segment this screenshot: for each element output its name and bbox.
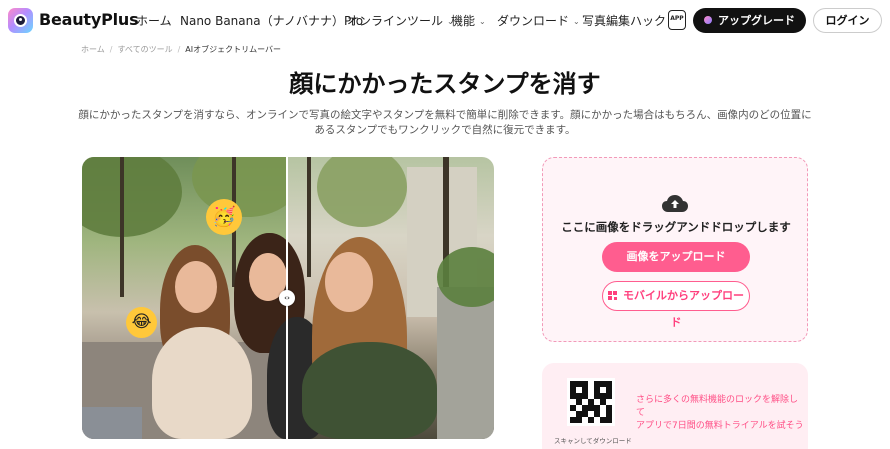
face [175,261,217,313]
breadcrumb-separator: / [109,45,113,54]
qr-caption: スキャンしてダウンロード [554,437,632,445]
upload-dropzone[interactable]: ここに画像をドラッグアンドドロップします 画像をアップロード モバイルからアップ… [542,157,808,342]
promo-text-line1: さらに多くの無料機能のロックを解除し [636,395,799,405]
nav-online-tools-label: オンラインツール [347,14,444,28]
upload-from-mobile-label: モバイルからアップロード [623,289,744,329]
upgrade-label: アップグレード [718,14,795,27]
face [325,252,373,312]
laughing-emoji-sticker: 😂 [126,307,157,338]
page-title: 顔にかかったスタンプを消す [289,70,601,98]
brand-name[interactable]: BeautyPlus [39,10,139,29]
beautyplus-logo-icon[interactable] [8,8,33,33]
qr-code-pattern [570,381,612,423]
foliage [82,157,182,237]
nav-photo-hacks[interactable]: 写真編集ハック [582,12,666,29]
person-jacket [302,342,437,439]
nav-download[interactable]: ダウンロード ⌄ [497,12,580,29]
foliage [317,157,407,227]
breadcrumb: ホーム / すべてのツール / AIオブジェクトリムーバー [81,44,281,55]
app-download-qr-code[interactable] [567,378,615,426]
person-sweater [152,327,252,439]
upload-from-mobile-button[interactable]: モバイルからアップロード [602,281,750,329]
cloud-upload-icon [662,195,688,212]
laptop [82,407,142,439]
qr-code-icon [608,291,617,300]
breadcrumb-home[interactable]: ホーム [81,45,105,54]
app-promo-card: スキャンしてダウンロード さらに多くの無料機能のロックを解除し て アプリで7日… [542,363,808,449]
nav-download-label: ダウンロード [497,14,570,28]
stone-wall [437,287,494,439]
nav-nano-banana-label: Nano Banana（ナノバナナ）Pro [180,14,364,28]
breadcrumb-current: AIオブジェクトリムーバー [185,45,282,54]
nav-features-label: 機能 [451,14,476,28]
nav-photo-hacks-label: 写真編集ハック [582,14,667,28]
promo-text-line2: て [636,408,646,418]
top-navbar: BeautyPlus ホーム Nano Banana（ナノバナナ）Pro オンラ… [0,0,890,40]
comparison-slider-handle[interactable]: ‹› [279,290,295,306]
promo-text-line3: アプリで7日間の無料トライアルを試そう [636,421,804,431]
before-after-image[interactable]: 🥳 😂 ‹› [82,157,494,439]
upload-image-button[interactable]: 画像をアップロード [602,242,750,272]
party-face-emoji-sticker: 🥳 [206,199,242,235]
chevron-down-icon: ⌄ [573,17,580,26]
chevron-down-icon: ⌄ [479,17,486,26]
dropzone-text: ここに画像をドラッグアンドドロップします [561,220,791,234]
tree-trunk [307,157,311,277]
tree-trunk [120,157,124,297]
breadcrumb-all-tools[interactable]: すべてのツール [117,45,172,54]
app-download-icon[interactable]: APP [668,10,686,30]
nav-home-label: ホーム [136,14,172,28]
nav-features[interactable]: 機能 ⌄ [451,12,486,29]
breadcrumb-separator: / [177,45,181,54]
login-button[interactable]: ログイン [813,8,882,33]
gem-icon [704,16,712,24]
nav-home[interactable]: ホーム [136,12,172,29]
nav-online-tools[interactable]: オンラインツール ⌄ [347,12,454,29]
after-image [235,157,494,439]
nav-nano-banana[interactable]: Nano Banana（ナノバナナ）Pro [180,12,363,29]
upgrade-button[interactable]: アップグレード [693,8,806,33]
page-description: 顔にかかったスタンプを消すなら、オンラインで写真の絵文字やスタンプを無料で簡単に… [78,109,812,136]
